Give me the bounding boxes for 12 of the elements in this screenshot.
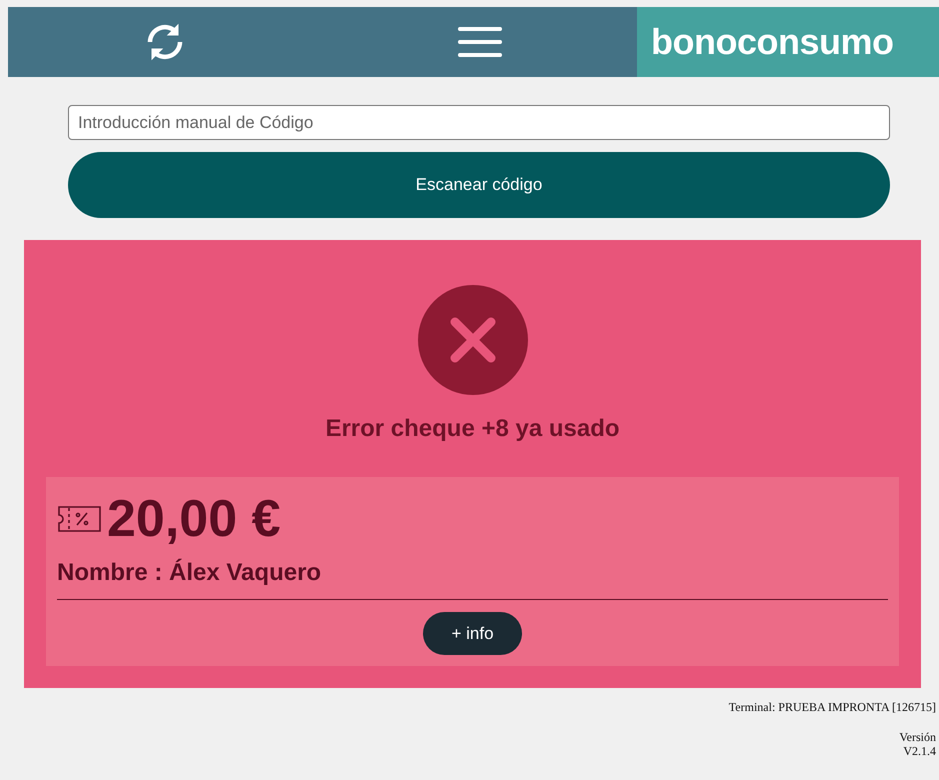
amount: 20,00 € — [107, 489, 280, 549]
version-label: Versión — [899, 730, 936, 744]
logo: bonoconsumo — [651, 21, 894, 63]
error-message: Error cheque +8 ya usado — [325, 415, 620, 443]
scan-button[interactable]: Escanear código — [68, 152, 890, 218]
terminal-label: Terminal: PRUEBA IMPRONTA [126715] — [728, 700, 936, 714]
customer-name: Nombre : Álex Vaquero — [57, 559, 888, 600]
info-button[interactable]: + info — [423, 612, 522, 655]
version-number: V2.1.4 — [903, 744, 936, 758]
menu-icon[interactable] — [456, 25, 503, 59]
ticket-icon — [57, 504, 103, 534]
code-input-field[interactable]: Introducción manual de Código — [68, 105, 890, 140]
